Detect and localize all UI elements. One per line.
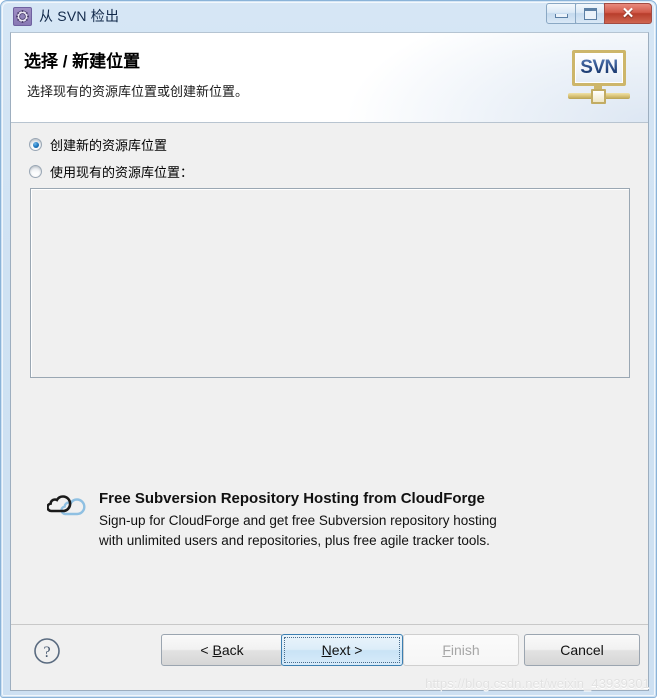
radio-button-checked-icon[interactable]: [29, 138, 42, 151]
radio-create-new-location[interactable]: 创建新的资源库位置: [29, 135, 167, 154]
radio-use-existing-location[interactable]: 使用现有的资源库位置：: [29, 162, 193, 181]
help-icon[interactable]: ?: [33, 637, 61, 665]
wizard-header: 选择 / 新建位置 选择现有的资源库位置或创建新位置。 SVN: [11, 33, 648, 123]
svn-logo: SVN: [568, 50, 630, 106]
minimize-button[interactable]: [546, 3, 576, 24]
radio-button-unchecked-icon[interactable]: [29, 165, 42, 178]
page-subtitle: 选择现有的资源库位置或创建新位置。: [27, 84, 249, 99]
gear-icon: [16, 10, 29, 23]
window-title: 从 SVN 检出: [39, 8, 120, 24]
maximize-button[interactable]: [575, 3, 605, 24]
promo-description-line-1: Sign-up for CloudForge and get free Subv…: [99, 513, 497, 528]
dialog-window: 从 SVN 检出 ✕ 选择 / 新建位置 选择现有的资源库位置或创建新位置。 S…: [0, 0, 657, 698]
close-button[interactable]: ✕: [604, 3, 652, 24]
next-button[interactable]: Next >: [281, 634, 403, 666]
radio-use-existing-location-label: 使用现有的资源库位置：: [50, 165, 194, 180]
repository-location-list[interactable]: [30, 188, 630, 378]
svn-logo-text: SVN: [580, 57, 618, 78]
svn-logo-screen: SVN: [572, 50, 626, 86]
title-bar[interactable]: 从 SVN 检出 ✕: [1, 1, 657, 33]
page-title: 选择 / 新建位置: [24, 52, 141, 71]
wizard-body: 创建新的资源库位置 使用现有的资源库位置： Free Subversion Re…: [11, 124, 648, 690]
svg-text:?: ?: [43, 644, 50, 661]
dialog-client: 选择 / 新建位置 选择现有的资源库位置或创建新位置。 SVN 创建新的资源库位…: [10, 32, 649, 691]
cloud-icon: [47, 495, 86, 516]
promo-description-line-2: with unlimited users and repositories, p…: [99, 533, 490, 548]
cancel-button[interactable]: Cancel: [524, 634, 640, 666]
finish-button: Finish: [403, 634, 519, 666]
next-button-label: Next >: [321, 642, 363, 658]
svn-logo-knob: [591, 89, 606, 104]
window-controls: ✕: [546, 3, 652, 25]
button-bar: ? < Back Next > Finish Cancel: [11, 625, 648, 690]
svn-checkout-icon: [13, 7, 32, 26]
back-button[interactable]: < Back: [161, 634, 283, 666]
minimize-icon: [554, 14, 568, 18]
promo-title: Free Subversion Repository Hosting from …: [99, 490, 485, 507]
cancel-button-label: Cancel: [560, 642, 604, 658]
radio-create-new-location-label: 创建新的资源库位置: [50, 138, 168, 153]
close-icon: ✕: [621, 5, 635, 22]
maximize-icon: [583, 7, 597, 20]
back-button-label: < Back: [200, 642, 244, 658]
finish-button-label: Finish: [442, 642, 480, 658]
